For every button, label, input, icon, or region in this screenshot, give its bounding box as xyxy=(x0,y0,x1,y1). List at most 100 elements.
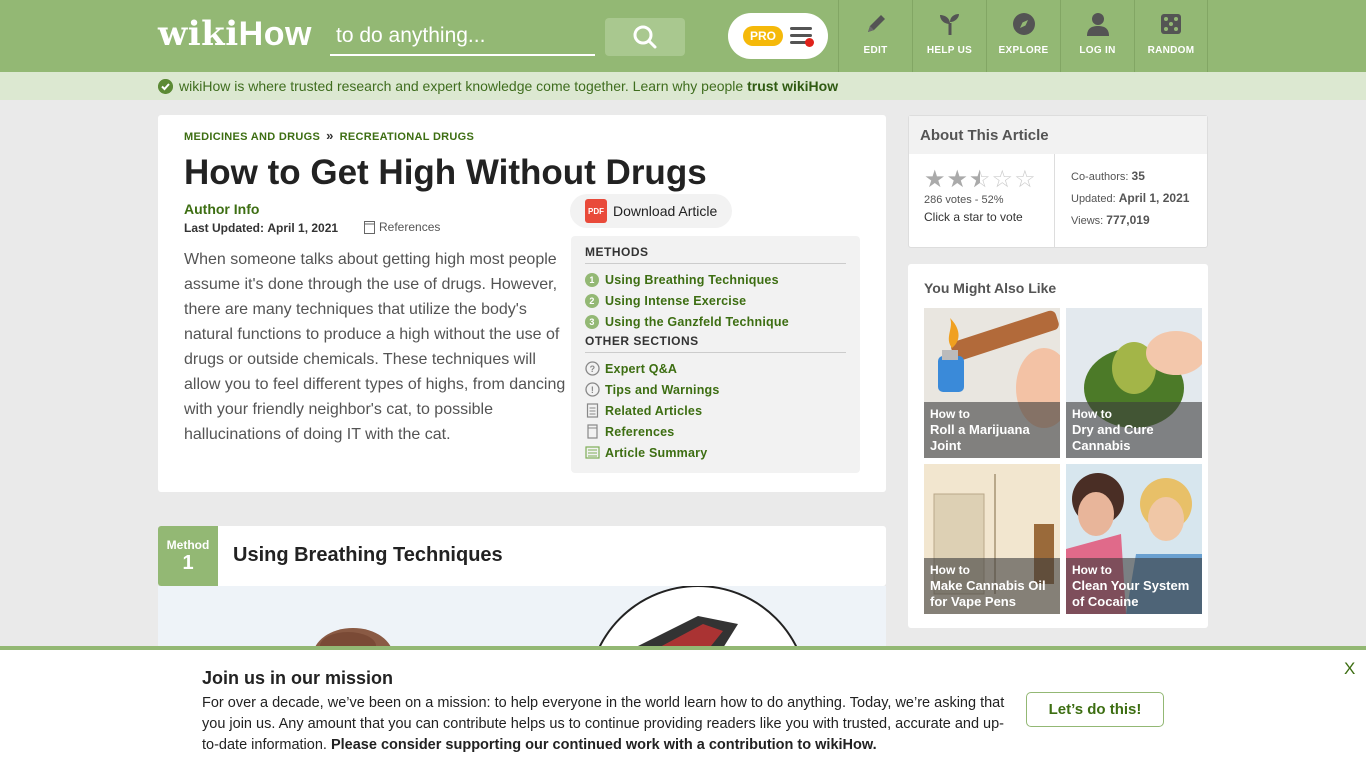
updated-label: Updated: xyxy=(1071,193,1116,205)
toc-article-summary[interactable]: Article Summary xyxy=(585,442,846,463)
toc-method-label: Using the Ganzfeld Technique xyxy=(605,314,789,329)
question-circle-icon: ? xyxy=(585,361,600,376)
page-title: How to Get High Without Drugs xyxy=(184,153,707,192)
search-input[interactable] xyxy=(330,18,595,56)
lets-do-this-button[interactable]: Let’s do this! xyxy=(1026,692,1164,727)
pro-menu-button[interactable]: PRO xyxy=(728,13,828,59)
star-icon[interactable]: ★ xyxy=(947,168,969,192)
trust-text: wikiHow is where trusted research and ex… xyxy=(179,78,838,94)
banner-bold-cta: Please consider supporting our continued… xyxy=(330,737,877,753)
related-article-card[interactable]: How to Clean Your System of Cocaine xyxy=(1066,464,1202,614)
divider xyxy=(1054,154,1055,248)
close-banner-button[interactable]: X xyxy=(1344,659,1355,679)
check-circle-icon xyxy=(158,79,173,94)
trust-link[interactable]: trust wikiHow xyxy=(747,78,838,94)
download-article-button[interactable]: PDF Download Article xyxy=(570,194,732,228)
breadcrumb: MEDICINES AND DRUGS » RECREATIONAL DRUGS xyxy=(184,128,474,143)
related-article-card[interactable]: How to Roll a Marijuana Joint xyxy=(924,308,1060,458)
breadcrumb-medicines-and-drugs[interactable]: MEDICINES AND DRUGS xyxy=(184,131,320,143)
nav-log-in-label: LOG IN xyxy=(1079,45,1116,56)
toc-tips-and-warnings[interactable]: ! Tips and Warnings xyxy=(585,379,846,400)
nav-help-us-label: HELP US xyxy=(926,45,973,56)
nav-help-us[interactable]: HELP US xyxy=(912,0,986,72)
svg-text:?: ? xyxy=(590,364,596,374)
notification-dot-icon xyxy=(805,38,814,47)
views-row: Views: 777,019 xyxy=(1071,210,1189,232)
article-stats: Co-authors: 35 Updated: April 1, 2021 Vi… xyxy=(1071,166,1189,232)
last-updated-label: Last Updated: xyxy=(184,221,265,235)
coauthors-label: Co-authors: xyxy=(1071,171,1129,183)
method-number-badge: 1 xyxy=(585,272,599,287)
author-info-link[interactable]: Author Info xyxy=(184,201,259,217)
exclamation-circle-icon: ! xyxy=(585,382,600,397)
about-this-article: About This Article ★ ★ ☆★ ☆ ☆ 286 votes … xyxy=(908,115,1208,248)
trust-bar: wikiHow is where trusted research and ex… xyxy=(0,72,1366,100)
related-article-caption: How to Dry and Cure Cannabis xyxy=(1066,402,1202,458)
toc-references[interactable]: References xyxy=(585,421,846,442)
breadcrumb-recreational-drugs[interactable]: RECREATIONAL DRUGS xyxy=(340,131,475,143)
toc-other-label: Related Articles xyxy=(605,403,703,418)
logo-how-text: How xyxy=(238,15,312,53)
also-like-heading: You Might Also Like xyxy=(924,280,1057,296)
references-label: References xyxy=(379,220,441,234)
document-icon xyxy=(586,403,599,418)
last-updated-date: April 1, 2021 xyxy=(267,221,339,235)
related-article-title: Dry and Cure Cannabis xyxy=(1072,422,1154,453)
related-article-card[interactable]: How to Dry and Cure Cannabis xyxy=(1066,308,1202,458)
nav-explore[interactable]: EXPLORE xyxy=(986,0,1060,72)
views-value: 777,019 xyxy=(1106,213,1150,227)
toc-method-2[interactable]: 2 Using Intense Exercise xyxy=(585,290,846,311)
search-button[interactable] xyxy=(605,18,685,56)
references-link[interactable]: References xyxy=(364,220,440,234)
toc-other-label: Article Summary xyxy=(605,445,708,460)
related-article-title: Roll a Marijuana Joint xyxy=(930,422,1030,453)
nav-edit-label: EDIT xyxy=(863,45,888,56)
bookmark-icon xyxy=(587,424,598,439)
toc-methods-heading: METHODS xyxy=(585,245,846,264)
vote-count: 286 votes - 52% xyxy=(924,194,1004,206)
nav-explore-label: EXPLORE xyxy=(998,45,1049,56)
related-article-title: Clean Your System of Cocaine xyxy=(1072,578,1190,609)
pencil-icon xyxy=(867,15,885,32)
related-article-card[interactable]: How to Make Cannabis Oil for Vape Pens xyxy=(924,464,1060,614)
toc-method-3[interactable]: 3 Using the Ganzfeld Technique xyxy=(585,311,846,332)
toc-method-label: Using Breathing Techniques xyxy=(605,272,779,287)
compass-icon xyxy=(1012,13,1035,35)
trust-message: wikiHow is where trusted research and ex… xyxy=(179,78,748,94)
method-badge: Method 1 xyxy=(158,526,218,586)
dice-icon xyxy=(1161,14,1181,34)
nav-random[interactable]: RANDOM xyxy=(1134,0,1208,72)
toc-other-label: Tips and Warnings xyxy=(605,382,720,397)
star-outline-icon[interactable]: ☆ xyxy=(1014,168,1036,192)
related-article-caption: How to Make Cannabis Oil for Vape Pens xyxy=(924,558,1060,614)
breadcrumb-separator: » xyxy=(326,128,334,143)
last-updated: Last Updated: April 1, 2021 xyxy=(184,221,338,235)
sprout-icon xyxy=(939,14,959,35)
related-article-caption: How to Roll a Marijuana Joint xyxy=(924,402,1060,458)
toc-expert-qa[interactable]: ? Expert Q&A xyxy=(585,358,846,379)
pro-badge: PRO xyxy=(743,26,784,46)
how-to-prefix: How to xyxy=(1072,407,1112,421)
toc-method-1[interactable]: 1 Using Breathing Techniques xyxy=(585,269,846,290)
banner-message: For over a decade, we’ve been on a missi… xyxy=(202,693,1012,756)
method-number-badge: 3 xyxy=(585,314,599,329)
toc-related-articles[interactable]: Related Articles xyxy=(585,400,846,421)
coauthors-value[interactable]: 35 xyxy=(1132,169,1145,183)
method-badge-label: Method xyxy=(166,538,210,552)
banner-title: Join us in our mission xyxy=(202,668,394,688)
coauthors-row: Co-authors: 35 xyxy=(1071,166,1189,188)
how-to-prefix: How to xyxy=(1072,563,1112,577)
half-star-icon[interactable]: ☆★ xyxy=(969,168,991,192)
wikihow-logo[interactable]: wikiHow xyxy=(158,14,312,54)
star-icon[interactable]: ★ xyxy=(924,168,946,192)
bookmark-icon xyxy=(364,220,375,234)
nav-edit[interactable]: EDIT xyxy=(838,0,912,72)
download-article-label: Download Article xyxy=(613,203,718,219)
star-rating[interactable]: ★ ★ ☆★ ☆ ☆ xyxy=(924,168,1036,192)
star-outline-icon[interactable]: ☆ xyxy=(992,168,1014,192)
how-to-prefix: How to xyxy=(930,563,970,577)
user-icon xyxy=(1086,13,1109,36)
updated-value: April 1, 2021 xyxy=(1118,191,1190,205)
donation-banner: Join us in our mission For over a decade… xyxy=(0,646,1366,768)
nav-log-in[interactable]: LOG IN xyxy=(1060,0,1134,72)
